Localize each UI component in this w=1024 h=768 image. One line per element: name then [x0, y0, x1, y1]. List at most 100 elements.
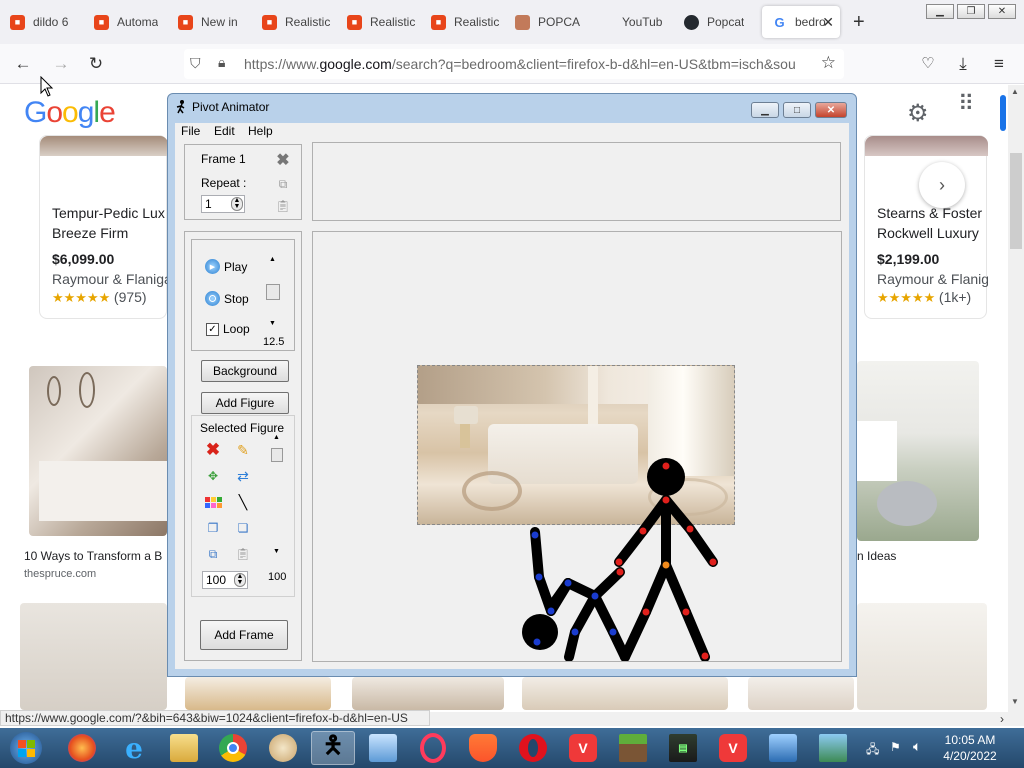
tab-8[interactable]: Popcat: [674, 6, 756, 38]
tab-0[interactable]: ■ dildo 6: [0, 6, 82, 38]
product-card[interactable]: Stearns & Foster Rockwell Luxury $2,199.…: [864, 135, 988, 319]
window-title-bar[interactable]: Pivot Animator: [176, 100, 269, 114]
forward-arrow-icon[interactable]: →: [50, 54, 72, 74]
tab-6[interactable]: POPCA: [505, 6, 587, 38]
speed-slider[interactable]: ▲ ▼: [266, 256, 280, 332]
url-text[interactable]: https://www.google.com/search?q=bedroom&…: [244, 56, 812, 72]
delete-figure-icon[interactable]: ✖: [204, 440, 222, 459]
scroll-thumb[interactable]: [271, 448, 283, 462]
taskbar-opera-gx[interactable]: [411, 731, 455, 765]
tab-5[interactable]: ■ Realistic: [421, 6, 503, 38]
taskbar-minecraft[interactable]: [611, 731, 655, 765]
figure-tools-scrollbar[interactable]: ▲ ▼: [270, 434, 284, 560]
color-palette-icon[interactable]: [204, 493, 222, 511]
google-logo[interactable]: Google: [24, 96, 116, 130]
pivot-animator-window[interactable]: Pivot Animator ▁ □ ✕ File Edit Help Fram…: [167, 93, 857, 677]
tab-4[interactable]: ■ Realistic: [337, 6, 419, 38]
add-frame-button[interactable]: Add Frame: [200, 620, 288, 650]
menu-help[interactable]: Help: [248, 124, 273, 138]
tab-9-active[interactable]: G bedro ✕: [762, 6, 840, 38]
send-back-icon[interactable]: ❏: [234, 519, 252, 537]
taskbar-brave[interactable]: [461, 731, 505, 765]
downloads-icon[interactable]: ⤓: [952, 54, 974, 74]
image-caption[interactable]: n Ideas: [857, 549, 896, 563]
add-figure-button[interactable]: Add Figure: [201, 392, 289, 414]
image-caption[interactable]: 10 Ways to Transform a B: [24, 549, 167, 563]
image-result-bedroom[interactable]: [857, 361, 979, 541]
vertical-scrollbar[interactable]: ▲ ▼: [1008, 85, 1024, 712]
flip-figure-icon[interactable]: ⇄: [234, 467, 252, 485]
taskbar-vivaldi[interactable]: V: [561, 731, 605, 765]
menu-file[interactable]: File: [181, 124, 200, 138]
url-bar[interactable]: ⛉ 🔒︎ https://www.google.com/search?q=bed…: [184, 49, 844, 79]
stop-button[interactable]: Stop: [205, 291, 249, 306]
network-icon[interactable]: 🖧︎: [866, 740, 879, 761]
background-button[interactable]: Background: [201, 360, 289, 382]
play-button[interactable]: ▶ Play: [205, 259, 247, 274]
slider-thumb[interactable]: [266, 284, 280, 300]
repeat-value[interactable]: 1: [205, 197, 212, 211]
close-icon[interactable]: ✕: [822, 14, 834, 31]
scale-figure-icon[interactable]: ✥: [204, 467, 222, 485]
taskbar-control-panel[interactable]: [361, 731, 405, 765]
image-result-bedroom[interactable]: [29, 366, 167, 536]
shield-icon[interactable]: ⛉: [190, 55, 201, 72]
start-button[interactable]: [4, 731, 48, 765]
volume-icon[interactable]: 🔈︎: [913, 738, 921, 755]
repeat-stepper[interactable]: 1 ▲ ▼: [201, 195, 245, 213]
loop-checkbox[interactable]: ✓ Loop: [206, 322, 250, 336]
taskbar-chrome[interactable]: [211, 731, 255, 765]
sign-in-edge[interactable]: [1000, 95, 1006, 131]
copy-frame-icon[interactable]: ⧉: [274, 175, 292, 193]
scale-stepper[interactable]: 100 ▲ ▼: [202, 571, 248, 589]
system-clock[interactable]: 10:05 AM 4/20/2022: [935, 732, 1005, 764]
image-result-bedroom[interactable]: [522, 677, 728, 710]
pocket-icon[interactable]: ♡: [917, 54, 939, 72]
close-window-button[interactable]: ✕: [988, 4, 1016, 19]
paste-frame-icon[interactable]: 📋︎: [274, 197, 292, 215]
taskbar-explorer[interactable]: [162, 731, 206, 765]
product-card[interactable]: Tempur-Pedic Lux Breeze Firm $6,099.00 R…: [39, 135, 168, 319]
stepper-arrows[interactable]: ▲ ▼: [231, 197, 243, 211]
back-arrow-icon[interactable]: ←: [12, 54, 34, 74]
chevron-right-icon[interactable]: ›: [1000, 712, 1004, 726]
taskbar-ie[interactable]: e: [112, 731, 156, 765]
taskbar-vivaldi-2[interactable]: V: [711, 731, 755, 765]
maximize-button[interactable]: ❐: [957, 4, 985, 19]
minimize-button[interactable]: ▁: [751, 102, 779, 118]
gear-icon[interactable]: ⚙: [907, 99, 929, 128]
apps-grid-icon[interactable]: ⠿: [958, 93, 974, 115]
lock-icon[interactable]: 🔒︎: [218, 54, 225, 71]
image-result-bedroom[interactable]: [20, 603, 167, 710]
stepper-arrows[interactable]: ▲ ▼: [234, 573, 246, 587]
scroll-thumb[interactable]: [1010, 153, 1022, 249]
copy-figure-icon[interactable]: ⧉: [204, 545, 222, 563]
paste-figure-icon[interactable]: 📋︎: [234, 545, 252, 563]
stick-figures[interactable]: [313, 232, 842, 662]
horizontal-scrollbar[interactable]: ›: [430, 712, 1024, 726]
scale-value[interactable]: 100: [206, 573, 226, 587]
delete-frame-icon[interactable]: ✖: [274, 151, 292, 169]
bring-front-icon[interactable]: ❐: [204, 519, 222, 537]
frame-timeline[interactable]: [312, 142, 841, 221]
taskbar-photos[interactable]: [811, 731, 855, 765]
tab-7[interactable]: YouTub: [589, 6, 671, 38]
taskbar-opera[interactable]: [511, 731, 555, 765]
taskbar-paint[interactable]: [261, 731, 305, 765]
image-result-bedroom[interactable]: [857, 603, 987, 710]
checkbox-checked-icon[interactable]: ✓: [206, 322, 219, 336]
menu-icon[interactable]: ≡: [988, 54, 1010, 74]
tab-1[interactable]: ■ Automa: [84, 6, 166, 38]
edit-figure-icon[interactable]: ╲: [234, 493, 252, 511]
figure-standing[interactable]: [614, 495, 718, 661]
tab-2[interactable]: ■ New in: [168, 6, 250, 38]
tab-3[interactable]: ■ Realistic: [252, 6, 334, 38]
flag-icon[interactable]: ⚑: [890, 740, 901, 754]
menu-edit[interactable]: Edit: [214, 124, 235, 138]
taskbar-firefox[interactable]: [60, 731, 104, 765]
maximize-button[interactable]: □: [783, 102, 811, 118]
animation-canvas[interactable]: [312, 231, 842, 662]
image-result-bedroom[interactable]: [352, 677, 504, 710]
bookmark-star-icon[interactable]: ☆: [821, 53, 836, 73]
image-result-bedroom[interactable]: [748, 677, 854, 710]
